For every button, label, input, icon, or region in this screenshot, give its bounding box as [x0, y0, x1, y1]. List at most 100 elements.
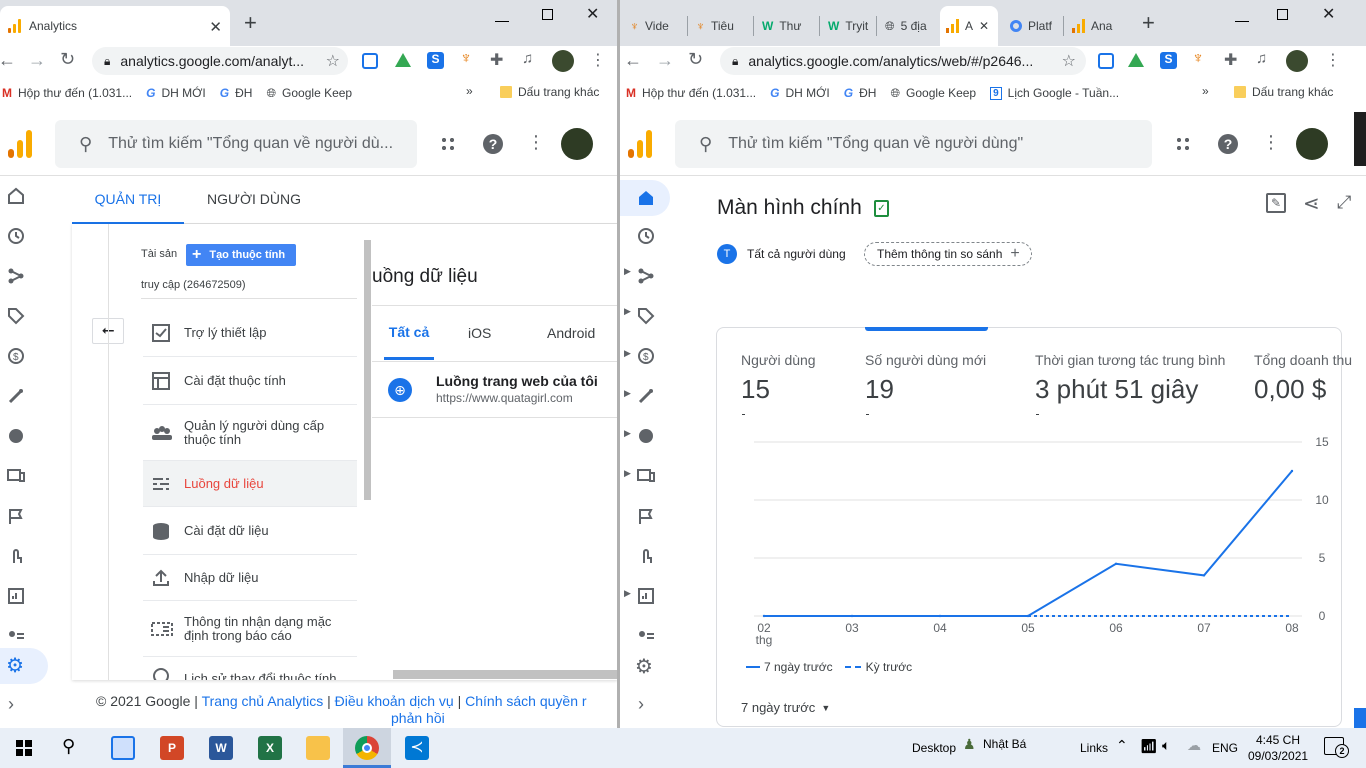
flag-icon[interactable]	[636, 506, 658, 528]
back-icon[interactable]: ←	[624, 50, 642, 71]
tab-video[interactable]: ♆ Vide	[624, 6, 686, 46]
tech-devices-icon[interactable]	[636, 466, 658, 488]
extension-mail-icon[interactable]	[1098, 53, 1114, 69]
explore-report-icon[interactable]	[6, 586, 28, 608]
panel-scrollbar[interactable]	[364, 240, 371, 500]
clock[interactable]: 4:45 CH 09/03/2021	[1248, 732, 1308, 764]
bookmark-gmail[interactable]: M Hộp thư đến (1.031...	[2, 86, 132, 100]
tab-analytics-2[interactable]: Ana	[1066, 6, 1124, 46]
touch-icon[interactable]	[636, 546, 658, 568]
file-explorer-icon[interactable]	[306, 736, 330, 760]
tab-analytics-active[interactable]: A ✕	[940, 6, 998, 46]
menu-reporting-identity[interactable]: Thông tin nhận dạng mặc định trong báo c…	[143, 601, 357, 657]
links-toolbar[interactable]: Links	[1080, 741, 1108, 755]
maximize-button[interactable]	[542, 9, 553, 20]
close-window-button[interactable]: ✕	[586, 4, 599, 24]
user-toolbar[interactable]: Nhật Bá	[983, 737, 1026, 751]
address-bar[interactable]: 🔒︎ analytics.google.com/analyt... ☆	[92, 47, 348, 75]
tab-admin[interactable]: QUẢN TRỊ	[72, 176, 184, 224]
horizontal-scrollbar[interactable]	[393, 670, 618, 679]
bookmark-other[interactable]: Dấu trang khác	[500, 85, 599, 99]
metric-avg-engagement[interactable]: Thời gian tương tác trung bình 3 phút 51 …	[1035, 352, 1225, 405]
menu-data-settings[interactable]: Cài đặt dữ liệu	[143, 507, 357, 555]
search-taskbar-icon[interactable]: ⚲	[62, 736, 75, 757]
tab-user[interactable]: NGƯỜI DÙNG	[184, 176, 324, 224]
extension-mail-icon[interactable]	[362, 53, 378, 69]
customize-icon[interactable]: ✎	[1266, 193, 1286, 213]
property-name[interactable]: truy cập (264672509)	[141, 279, 246, 291]
drive-icon[interactable]	[1128, 53, 1144, 67]
new-tab-button[interactable]: +	[1142, 12, 1155, 34]
engagement-icon[interactable]	[636, 386, 658, 408]
back-icon[interactable]: ←	[0, 50, 16, 71]
expand-icon[interactable]: ⤢	[1337, 192, 1351, 213]
acquisition-icon[interactable]	[636, 266, 658, 288]
ga-search-input[interactable]: ⚲ Thử tìm kiếm "Tổng quan về người dù...	[55, 120, 417, 168]
stream-tab-android[interactable]: Android	[547, 325, 595, 341]
tab-thu[interactable]: W Thư	[756, 6, 818, 46]
tab-platform[interactable]: Platf	[1004, 6, 1062, 46]
forward-icon[interactable]: →	[656, 50, 674, 71]
notifications-icon[interactable]: 2	[1324, 737, 1349, 758]
stream-tab-ios[interactable]: iOS	[468, 325, 491, 341]
apps-grid-icon[interactable]	[1175, 136, 1191, 152]
tab-tryit[interactable]: W Tryit	[822, 6, 884, 46]
bookmark-keep[interactable]: 🌐︎ Google Keep	[890, 86, 976, 101]
tag-icon[interactable]	[6, 306, 28, 328]
ga-search-input[interactable]: ⚲ Thử tìm kiếm "Tổng quan về người dùng"	[675, 120, 1152, 168]
share-icon[interactable]: ⋖	[1303, 191, 1320, 216]
minimize-button[interactable]	[495, 8, 509, 22]
bookmark-dh[interactable]: G ĐH	[844, 86, 877, 100]
task-view-icon[interactable]	[111, 736, 135, 760]
tag-icon[interactable]	[636, 306, 658, 328]
tab-5-dia[interactable]: 🌐︎ 5 địa	[879, 6, 941, 46]
home-icon[interactable]	[620, 180, 670, 216]
close-tab-icon[interactable]: ✕	[209, 18, 222, 36]
drive-icon[interactable]	[395, 53, 411, 67]
explore-report-icon[interactable]	[636, 586, 658, 608]
desktop-toolbar[interactable]: Desktop	[912, 741, 956, 755]
excel-icon[interactable]: X	[258, 736, 282, 760]
ga-logo-icon[interactable]	[8, 130, 32, 158]
user-list-icon[interactable]	[636, 626, 658, 648]
acquisition-icon[interactable]	[6, 266, 28, 288]
menu-property-settings[interactable]: Cài đặt thuộc tính	[143, 357, 357, 405]
users-line-chart[interactable]: 05101502 03 04 05 06 07 08thg	[730, 434, 1334, 650]
extension-figure-icon[interactable]: ♆	[460, 50, 472, 68]
more-bookmarks-icon[interactable]: »	[1202, 84, 1209, 98]
forward-icon[interactable]: →	[28, 50, 46, 71]
tech-devices-icon[interactable]	[6, 466, 28, 488]
chrome-taskbar-button[interactable]	[343, 728, 391, 768]
realtime-clock-icon[interactable]	[636, 226, 658, 248]
menu-kebab-icon[interactable]: ⋮	[1325, 50, 1341, 70]
extension-figure-icon[interactable]: ♆	[1192, 50, 1204, 68]
help-icon[interactable]: ?	[483, 134, 503, 154]
show-hidden-icons-icon[interactable]: ⌃	[1116, 737, 1128, 754]
new-tab-button[interactable]: +	[244, 12, 257, 34]
globe-nav-icon[interactable]	[636, 426, 658, 448]
address-bar[interactable]: 🔒︎ analytics.google.com/analytics/web/#/…	[720, 47, 1086, 75]
profile-avatar[interactable]	[552, 50, 574, 72]
star-icon[interactable]: ☆	[1062, 51, 1076, 71]
bookmark-other[interactable]: Dấu trang khác	[1234, 85, 1333, 99]
reload-icon[interactable]: ↻	[60, 49, 75, 70]
reload-icon[interactable]: ↻	[688, 49, 703, 70]
engagement-icon[interactable]	[6, 386, 28, 408]
expand-chevron-icon[interactable]: ›	[638, 694, 644, 715]
monetization-icon[interactable]: $	[636, 346, 658, 368]
more-vert-icon[interactable]: ⋮	[1262, 132, 1280, 153]
chip-all-users[interactable]: T Tất cả người dùng	[717, 242, 858, 266]
more-bookmarks-icon[interactable]: »	[466, 84, 473, 98]
metric-total-revenue[interactable]: Tổng doanh thu 0,00 $	[1254, 352, 1366, 405]
bookmark-calendar[interactable]: 9 Lịch Google - Tuần...	[990, 86, 1119, 100]
volume-icon[interactable]: 🔈︎	[1162, 737, 1170, 754]
user-list-icon[interactable]	[6, 626, 28, 648]
bookmark-keep[interactable]: 🌐︎ Google Keep	[266, 86, 352, 101]
vscode-icon[interactable]: ≺	[405, 736, 429, 760]
bookmark-dh[interactable]: G ĐH	[220, 86, 253, 100]
puzzle-icon[interactable]: ✚	[490, 50, 503, 70]
admin-gear-icon[interactable]: ⚙	[0, 648, 48, 684]
realtime-clock-icon[interactable]	[6, 226, 28, 248]
metric-users[interactable]: Người dùng 15	[741, 352, 816, 405]
help-icon[interactable]: ?	[1218, 134, 1238, 154]
